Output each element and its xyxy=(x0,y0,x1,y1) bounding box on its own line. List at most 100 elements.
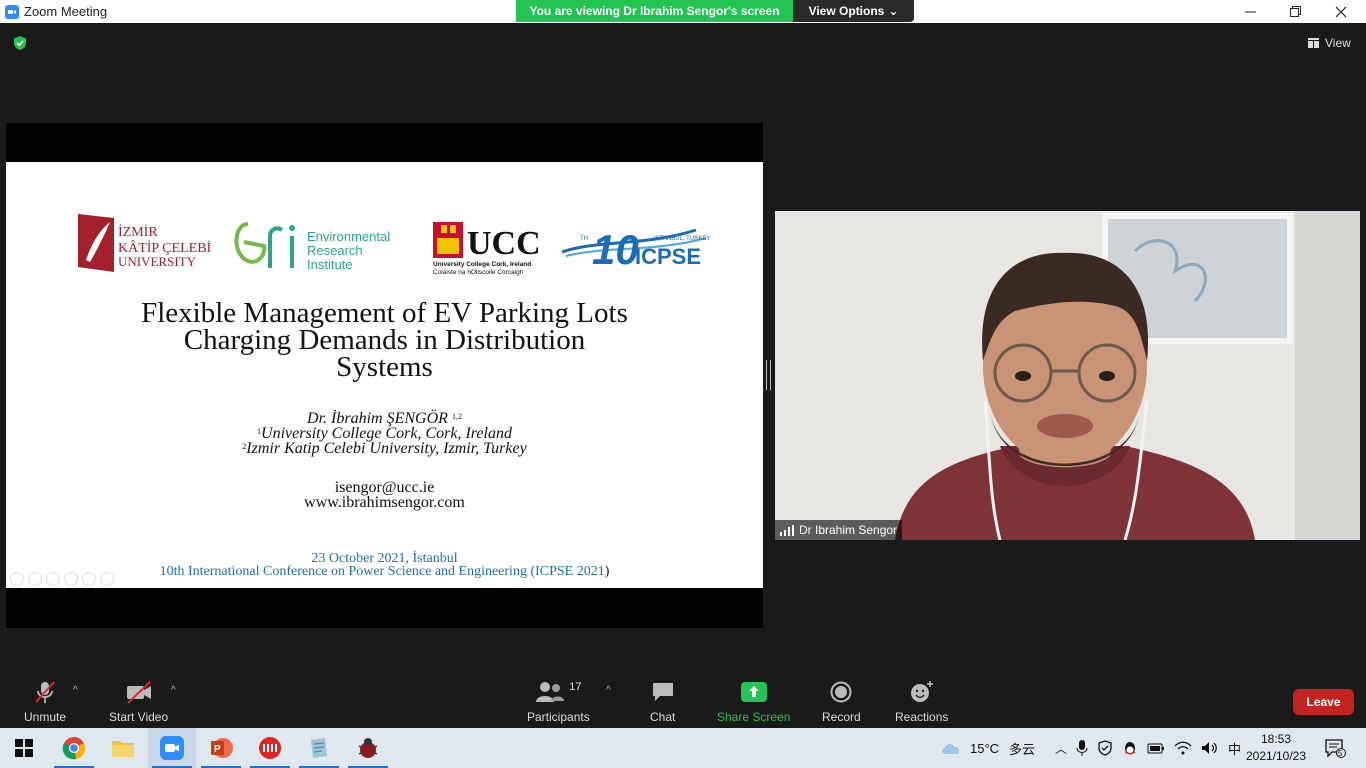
cloud-icon xyxy=(942,744,960,754)
taskbar-file-explorer[interactable] xyxy=(99,728,147,768)
conference-close-paren: ) xyxy=(604,564,610,579)
close-button[interactable] xyxy=(1318,0,1364,23)
more-options-icon[interactable] xyxy=(100,572,114,586)
slide-contacts: isengor@ucc.ie www.ibrahimsengor.com xyxy=(6,480,763,511)
zoom-app-icon xyxy=(5,4,19,19)
minimize-button[interactable] xyxy=(1227,0,1273,23)
reactions-label: Reactions xyxy=(895,710,949,724)
chat-icon xyxy=(652,683,673,701)
unmute-label: Unmute xyxy=(24,710,67,724)
slide-title-line-1: Flexible Management of EV Parking Lots xyxy=(141,297,628,329)
notes-app-icon xyxy=(311,738,327,758)
next-slide-icon[interactable] xyxy=(28,572,42,586)
start-button[interactable] xyxy=(0,728,48,768)
qq-icon[interactable] xyxy=(1122,740,1138,756)
participants-icon xyxy=(536,682,565,702)
notifications-button[interactable]: 5 xyxy=(1322,728,1348,768)
reactions-button[interactable]: Reactions xyxy=(895,679,948,724)
environmental-research-institute-logo: Environmental Research Institute xyxy=(234,222,390,272)
chat-button[interactable]: Chat xyxy=(650,679,675,724)
svg-text:P: P xyxy=(214,744,221,755)
taskbar-zoom[interactable] xyxy=(148,728,196,768)
window-title: Zoom Meeting xyxy=(24,4,108,19)
folder-icon xyxy=(112,741,134,757)
bug-app-icon xyxy=(358,738,378,758)
restore-button[interactable] xyxy=(1272,0,1318,23)
microphone-icon[interactable] xyxy=(1076,740,1088,756)
view-options-label: View Options xyxy=(808,4,885,18)
affiliation-2-superscript: 2 xyxy=(242,442,247,451)
pen-icon[interactable] xyxy=(46,572,60,586)
participants-button[interactable]: 17 Participants xyxy=(527,679,590,724)
reactions-icon xyxy=(910,681,933,702)
view-options-button[interactable]: View Options ⌄ xyxy=(793,0,914,22)
grid-icon xyxy=(1308,38,1319,48)
author-website: www.ibrahimsengor.com xyxy=(304,494,465,511)
notifications-icon xyxy=(1325,739,1346,758)
chrome-icon xyxy=(62,737,86,760)
conference-name: 10th International Conference on Power S… xyxy=(159,564,605,579)
svg-text:Coláiste na hOllscoile Corcaig: Coláiste na hOllscoile Corcaigh xyxy=(433,269,524,276)
record-label: Record xyxy=(822,710,861,724)
taskbar-notes-app[interactable] xyxy=(295,728,343,768)
svg-text:TH: TH xyxy=(580,236,588,242)
participant-name: Dr Ibrahim Sengor xyxy=(799,523,898,537)
slide-conference-info: 23 October 2021, İstanbul 10th Internati… xyxy=(6,552,763,579)
weather-widget[interactable]: 15°C 多云 xyxy=(940,728,1035,768)
view-layout-button[interactable]: View xyxy=(1300,32,1359,54)
chat-label: Chat xyxy=(650,710,676,724)
clock-date: 2021/10/23 xyxy=(1245,749,1307,763)
unmute-button[interactable]: Unmute xyxy=(24,679,66,724)
video-options-caret-icon[interactable]: ^ xyxy=(171,685,176,696)
battery-icon[interactable] xyxy=(1147,741,1165,755)
slides-grid-icon[interactable] xyxy=(64,572,78,586)
record-icon xyxy=(830,681,852,703)
affiliation-1-superscript: 1 xyxy=(257,427,262,436)
svg-text:ICPSE: ICPSE xyxy=(635,244,701,269)
show-hidden-icons-icon[interactable]: ︿ xyxy=(1055,740,1067,757)
slide-title-line-3: Systems xyxy=(336,351,433,383)
taskbar-red-app[interactable] xyxy=(246,728,294,768)
system-tray: ︿ 中 xyxy=(1055,728,1241,768)
volume-icon[interactable] xyxy=(1201,741,1219,755)
slide-title-line-2: Charging Demands in Distribution xyxy=(183,324,586,356)
windows-taskbar: P 15°C 多云 ︿ 中 18:53 2021/10/23 5 xyxy=(0,728,1366,768)
participant-video-image xyxy=(775,211,1360,540)
participant-video[interactable]: Dr Ibrahim Sengor xyxy=(775,211,1360,540)
share-screen-button[interactable]: Share Screen xyxy=(717,679,790,724)
share-screen-label: Share Screen xyxy=(717,710,791,724)
zoom-icon[interactable] xyxy=(82,572,96,586)
input-method-indicator[interactable]: 中 xyxy=(1228,739,1241,758)
ucc-logo: UCC University College Cork, Ireland Col… xyxy=(433,222,541,276)
chevron-down-icon: ⌄ xyxy=(888,4,899,18)
start-video-button[interactable]: Start Video xyxy=(109,679,168,724)
taskbar-bug-app[interactable] xyxy=(344,728,392,768)
split-view-divider[interactable] xyxy=(766,360,771,390)
view-label: View xyxy=(1325,36,1351,50)
participants-label: Participants xyxy=(527,710,590,724)
clock-time: 18:53 xyxy=(1260,732,1292,746)
icpse-logo: 10 TH ISTANBUL, TURKEY ICPSE xyxy=(561,226,710,273)
participants-count: 17 xyxy=(569,681,582,693)
taskbar-powerpoint[interactable]: P xyxy=(197,728,245,768)
presentation-controls xyxy=(10,572,114,586)
weather-temperature: 15°C xyxy=(970,740,1000,756)
wifi-icon[interactable] xyxy=(1174,741,1192,755)
taskbar-chrome[interactable] xyxy=(50,728,98,768)
participants-options-caret-icon[interactable]: ^ xyxy=(606,685,611,696)
leave-button[interactable]: Leave xyxy=(1293,689,1354,715)
svg-text:Research: Research xyxy=(307,243,363,258)
taskbar-clock[interactable]: 18:53 2021/10/23 xyxy=(1244,731,1308,765)
red-app-icon xyxy=(259,737,281,759)
minimize-icon xyxy=(1244,11,1256,13)
previous-slide-icon[interactable] xyxy=(10,572,24,586)
weather-description: 多云 xyxy=(1009,741,1036,757)
signal-strength-icon xyxy=(780,524,794,536)
svg-text:Institute: Institute xyxy=(307,257,353,272)
audio-options-caret-icon[interactable]: ^ xyxy=(73,685,78,696)
viewing-screen-banner: You are viewing Dr Ibrahim Sengor's scre… xyxy=(516,0,793,22)
encryption-shield-icon[interactable] xyxy=(12,35,28,51)
microphone-muted-icon xyxy=(35,681,55,703)
record-button[interactable]: Record xyxy=(822,679,861,724)
security-shield-icon[interactable] xyxy=(1097,740,1113,756)
